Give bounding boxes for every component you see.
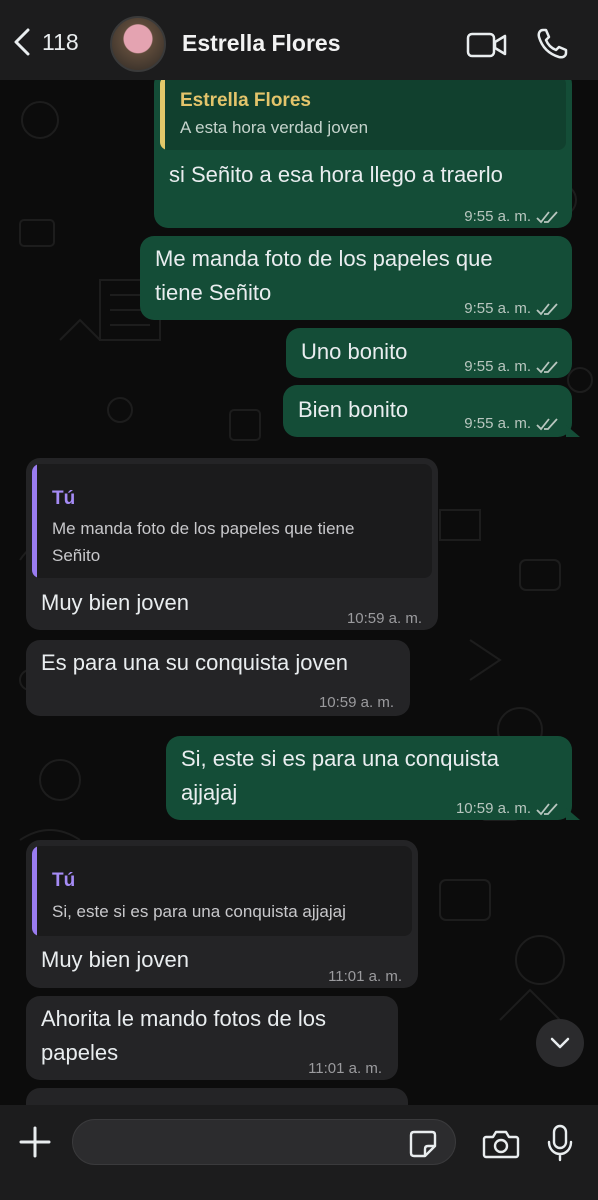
message-text-line: Si, este si es para una conquista xyxy=(181,746,499,771)
message-meta: 9:55 a. m. xyxy=(464,407,558,441)
message-time: 10:59 a. m. xyxy=(346,610,422,627)
avatar[interactable] xyxy=(110,16,166,72)
double-check-icon xyxy=(536,361,558,374)
quote-text-line: Señito xyxy=(52,546,101,565)
message-time: 9:55 a. m. xyxy=(464,415,531,432)
quoted-message[interactable]: Tú Si, este si es para una conquista ajj… xyxy=(32,846,412,936)
message-time: 11:01 a. m. xyxy=(308,1060,382,1077)
message-text-line: Me manda foto de los papeles que xyxy=(155,246,493,271)
composer-bar xyxy=(0,1105,598,1200)
message-text-line: papeles xyxy=(41,1040,119,1065)
message-bubble-incoming[interactable]: Tú Si, este si es para una conquista ajj… xyxy=(26,840,418,988)
video-camera-icon xyxy=(466,32,507,58)
message-meta: 11:01 a. m. xyxy=(328,960,402,994)
message-bubble-outgoing[interactable]: Si, este si es para una conquista ajjaja… xyxy=(166,736,572,820)
message-meta: 9:55 a. m. xyxy=(464,200,558,234)
chevron-down-icon xyxy=(550,1037,570,1049)
message-text: si Señito a esa hora llego a traerlo xyxy=(169,162,503,187)
quote-accent-bar xyxy=(32,464,37,578)
quote-author: Tú xyxy=(52,488,76,509)
message-time: 9:55 a. m. xyxy=(464,358,531,375)
message-meta: 10:59 a. m. xyxy=(319,686,394,720)
message-time: 11:01 a. m. xyxy=(328,968,402,985)
attach-button[interactable] xyxy=(18,1125,52,1164)
message-text: Muy bien joven xyxy=(41,947,189,972)
message-time: 9:55 a. m. xyxy=(464,208,531,225)
bubble-tail xyxy=(566,808,580,820)
chat-header: 118 Estrella Flores xyxy=(0,0,598,80)
microphone-button[interactable] xyxy=(547,1124,573,1167)
message-meta: 9:55 a. m. xyxy=(464,292,558,326)
scroll-to-bottom-button[interactable] xyxy=(536,1019,584,1067)
contact-name[interactable]: Estrella Flores xyxy=(182,30,341,57)
back-button[interactable]: 118 xyxy=(12,28,79,56)
quote-author: Tú xyxy=(52,870,76,891)
message-time: 10:59 a. m. xyxy=(318,694,394,711)
double-check-icon xyxy=(536,418,558,431)
quoted-message[interactable]: Tú Me manda foto de los papeles que tien… xyxy=(32,464,432,578)
voice-call-button[interactable] xyxy=(535,27,569,66)
quote-accent-bar xyxy=(32,846,37,936)
message-bubble-outgoing[interactable]: Uno bonito 9:55 a. m. xyxy=(286,328,572,378)
message-bubble-outgoing[interactable]: Estrella Flores A esta hora verdad joven… xyxy=(154,70,572,228)
message-meta: 10:59 a. m. xyxy=(456,792,558,826)
message-time: 9:55 a. m. xyxy=(464,300,531,317)
double-check-icon xyxy=(536,803,558,816)
message-meta: 9:55 a. m. xyxy=(464,350,558,384)
message-bubble-outgoing[interactable]: Bien bonito 9:55 a. m. xyxy=(283,385,572,437)
unread-count: 118 xyxy=(42,28,79,55)
quote-text: Si, este si es para una conquista ajjaja… xyxy=(52,902,346,921)
message-text: Bien bonito xyxy=(298,397,409,422)
message-meta: 11:01 a. m. xyxy=(308,1052,382,1086)
plus-icon xyxy=(19,1126,51,1158)
camera-button[interactable] xyxy=(482,1129,520,1164)
message-bubble-incoming[interactable]: Tú Me manda foto de los papeles que tien… xyxy=(26,458,438,630)
quote-text: A esta hora verdad joven xyxy=(180,118,369,137)
double-check-icon xyxy=(536,303,558,316)
message-meta: 10:59 a. m. xyxy=(347,602,422,636)
message-text: Es para una su conquista joven xyxy=(41,650,348,675)
message-bubble-incoming[interactable]: Ahorita le mando fotos de los papeles 11… xyxy=(26,996,398,1080)
message-text: Uno bonito xyxy=(301,339,408,364)
sticker-button[interactable] xyxy=(408,1129,438,1164)
message-text-line: tiene Señito xyxy=(155,280,272,305)
quote-accent-bar xyxy=(160,76,165,150)
camera-icon xyxy=(482,1130,520,1159)
quote-author: Estrella Flores xyxy=(180,90,311,111)
phone-icon xyxy=(537,28,568,59)
message-text: Muy bien joven xyxy=(41,590,189,615)
message-bubble-incoming[interactable]: Es para una su conquista joven 10:59 a. … xyxy=(26,640,410,716)
microphone-icon xyxy=(547,1124,573,1162)
message-input[interactable] xyxy=(72,1119,456,1165)
bubble-tail xyxy=(566,425,580,437)
message-text-line: ajjajaj xyxy=(181,780,238,805)
quoted-message[interactable]: Estrella Flores A esta hora verdad joven xyxy=(160,76,566,150)
message-bubble-outgoing[interactable]: Me manda foto de los papeles que tiene S… xyxy=(140,236,572,320)
double-check-icon xyxy=(536,211,558,224)
message-text-line: Ahorita le mando fotos de los xyxy=(41,1006,326,1031)
sticker-icon xyxy=(409,1130,437,1158)
video-call-button[interactable] xyxy=(466,31,508,64)
chevron-left-icon xyxy=(14,28,30,56)
message-time: 10:59 a. m. xyxy=(455,800,531,817)
quote-text-line: Me manda foto de los papeles que tiene xyxy=(52,519,355,538)
